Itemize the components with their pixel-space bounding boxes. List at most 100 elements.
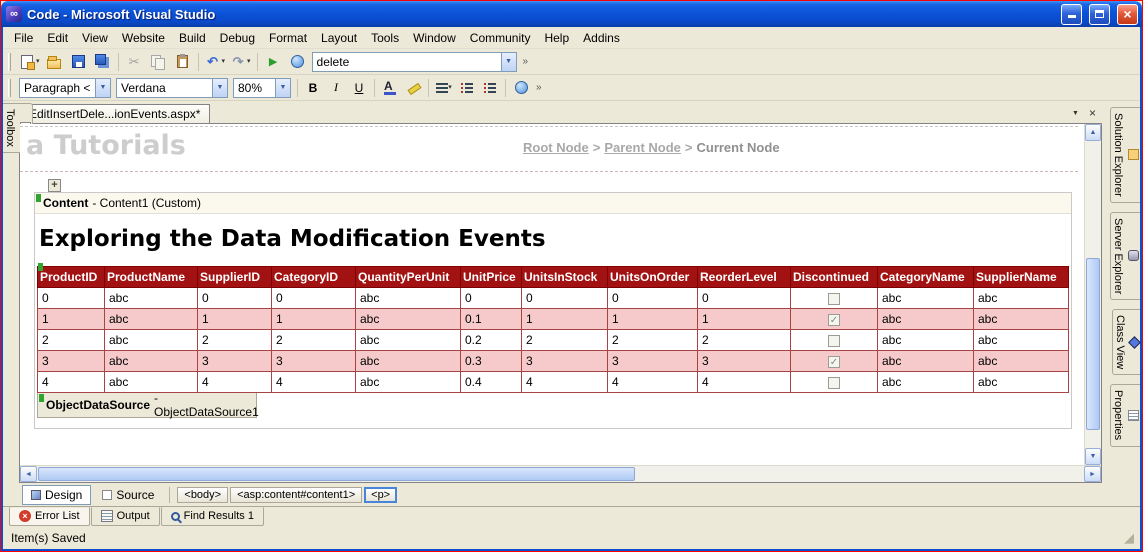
- browse-button[interactable]: [286, 51, 309, 73]
- underline-button[interactable]: U: [348, 78, 370, 98]
- menu-layout[interactable]: Layout: [314, 28, 364, 48]
- tag-nav-item-1[interactable]: <asp:content#content1>: [230, 487, 362, 503]
- chevron-down-icon: ▼: [505, 58, 512, 65]
- block-format-combo[interactable]: Paragraph < ▼: [19, 78, 111, 98]
- combo-dropdown-button[interactable]: ▼: [95, 79, 110, 97]
- vertical-scrollbar[interactable]: ▲ ▼: [1084, 124, 1101, 465]
- breadcrumb-separator: >: [685, 140, 693, 155]
- paste-button[interactable]: [171, 51, 194, 73]
- discontinued-checkbox[interactable]: ✓: [828, 314, 840, 326]
- toolbar-separator: [505, 79, 506, 97]
- content-control-name: Content: [43, 196, 88, 210]
- resize-grip-icon[interactable]: ◢: [1124, 530, 1134, 546]
- menu-debug[interactable]: Debug: [213, 28, 262, 48]
- panel-tab-output[interactable]: Output: [91, 507, 160, 526]
- close-button[interactable]: ×: [1117, 4, 1138, 25]
- font-size-combo[interactable]: 80% ▼: [233, 78, 291, 98]
- source-view-button[interactable]: Source: [94, 486, 162, 504]
- side-tab-class-view[interactable]: Class View: [1112, 309, 1140, 375]
- minimize-button[interactable]: [1061, 4, 1082, 25]
- copy-button[interactable]: [147, 51, 170, 73]
- highlight-button[interactable]: [402, 78, 424, 98]
- side-tab-label: Properties: [1112, 390, 1124, 440]
- combo-dropdown-button[interactable]: ▼: [212, 79, 227, 97]
- move-handle-icon[interactable]: +: [48, 179, 61, 192]
- breadcrumb-root-link[interactable]: Root Node: [523, 140, 589, 155]
- alignment-button[interactable]: ▾: [433, 78, 455, 98]
- document-list-dropdown-button[interactable]: ▼: [1068, 106, 1083, 120]
- horizontal-scroll-thumb[interactable]: [38, 467, 635, 481]
- menu-help[interactable]: Help: [537, 28, 576, 48]
- italic-button[interactable]: I: [325, 78, 347, 98]
- toolbar-options-button[interactable]: »: [520, 56, 532, 67]
- design-surface[interactable]: a Tutorials Root Node>Parent Node>Curren…: [20, 124, 1084, 465]
- menu-view[interactable]: View: [75, 28, 115, 48]
- menu-window[interactable]: Window: [406, 28, 463, 48]
- toolbar-options-button[interactable]: »: [533, 82, 545, 93]
- scroll-right-button[interactable]: ►: [1084, 466, 1101, 482]
- toolbar-grip[interactable]: [8, 79, 11, 97]
- combo-dropdown-button[interactable]: ▼: [275, 79, 290, 97]
- menu-edit[interactable]: Edit: [40, 28, 75, 48]
- discontinued-checkbox[interactable]: [828, 293, 840, 305]
- find-combo[interactable]: delete ▼: [312, 52, 517, 72]
- grid-cell: 1: [272, 309, 356, 330]
- add-new-item-button[interactable]: ▾: [17, 51, 42, 73]
- tag-nav-item-2[interactable]: <p>: [364, 487, 397, 503]
- vertical-scroll-track[interactable]: [1085, 141, 1101, 448]
- menu-addins[interactable]: Addins: [576, 28, 627, 48]
- side-tab-properties[interactable]: Properties: [1110, 384, 1140, 446]
- numbered-list-button[interactable]: [456, 78, 478, 98]
- toolbar-grip[interactable]: [8, 53, 11, 71]
- menu-tools[interactable]: Tools: [364, 28, 406, 48]
- toolbar-separator: [428, 79, 429, 97]
- menu-file[interactable]: File: [7, 28, 40, 48]
- design-view-button[interactable]: Design: [22, 485, 91, 505]
- cut-button[interactable]: ✂: [123, 51, 146, 73]
- bullet-list-button[interactable]: [479, 78, 501, 98]
- redo-button[interactable]: ↷▾: [228, 51, 253, 73]
- menu-community[interactable]: Community: [463, 28, 538, 48]
- content-control-header[interactable]: Content - Content1 (Custom): [35, 193, 1071, 214]
- menu-build[interactable]: Build: [172, 28, 213, 48]
- side-tab-solution-explorer[interactable]: Solution Explorer: [1110, 107, 1140, 203]
- content-placeholder-control[interactable]: Content - Content1 (Custom) Exploring th…: [34, 192, 1072, 429]
- toolbar-separator: [198, 53, 199, 71]
- start-debug-button[interactable]: ▶: [262, 51, 285, 73]
- side-tab-server-explorer[interactable]: Server Explorer: [1110, 212, 1140, 300]
- scroll-up-button[interactable]: ▲: [1085, 124, 1101, 141]
- hyperlink-button[interactable]: [510, 78, 532, 98]
- page-title: Exploring the Data Modification Events: [39, 226, 1069, 252]
- undo-button[interactable]: ↶▾: [203, 51, 228, 73]
- menu-format[interactable]: Format: [262, 28, 314, 48]
- scroll-down-button[interactable]: ▼: [1085, 448, 1101, 465]
- discontinued-checkbox[interactable]: ✓: [828, 356, 840, 368]
- vertical-scroll-thumb[interactable]: [1086, 258, 1100, 430]
- document-tab[interactable]: EditInsertDele...ionEvents.aspx*: [19, 104, 210, 123]
- bold-button[interactable]: B: [302, 78, 324, 98]
- grid-cell: abc: [974, 330, 1069, 351]
- combo-dropdown-button[interactable]: ▼: [501, 53, 516, 71]
- discontinued-checkbox[interactable]: [828, 377, 840, 389]
- font-name-combo[interactable]: Verdana ▼: [116, 78, 228, 98]
- gridview-control[interactable]: ProductIDProductNameSupplierIDCategoryID…: [37, 266, 1069, 393]
- grid-cell: abc: [105, 309, 198, 330]
- panel-tab-find-results-1[interactable]: Find Results 1: [161, 507, 264, 526]
- maximize-button[interactable]: [1089, 4, 1110, 25]
- browse-globe-icon: [291, 55, 304, 68]
- save-all-button[interactable]: [91, 51, 114, 73]
- save-button[interactable]: [67, 51, 90, 73]
- menu-website[interactable]: Website: [115, 28, 172, 48]
- close-document-button[interactable]: ×: [1085, 106, 1100, 120]
- font-color-button[interactable]: A: [379, 78, 401, 98]
- tag-nav-item-0[interactable]: <body>: [177, 487, 228, 503]
- horizontal-scroll-track[interactable]: [37, 466, 1084, 482]
- open-file-button[interactable]: [43, 51, 66, 73]
- discontinued-checkbox[interactable]: [828, 335, 840, 347]
- horizontal-scrollbar[interactable]: ◄ ►: [20, 465, 1101, 482]
- breadcrumb-parent-link[interactable]: Parent Node: [604, 140, 681, 155]
- panel-tab-error-list[interactable]: ×Error List: [9, 507, 90, 526]
- scroll-left-button[interactable]: ◄: [20, 466, 37, 482]
- objectdatasource-control[interactable]: ObjectDataSource - ObjectDataSource1: [37, 393, 257, 418]
- grid-cell: abc: [974, 288, 1069, 309]
